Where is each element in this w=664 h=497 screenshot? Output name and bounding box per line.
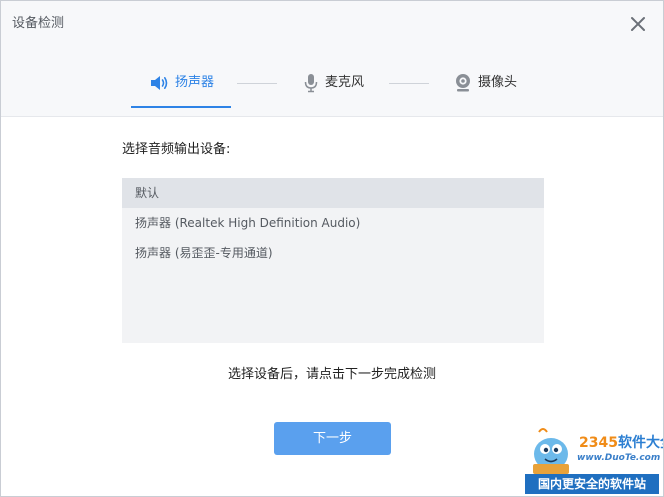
close-button[interactable] [627,13,649,35]
active-tab-indicator [131,106,231,108]
list-item[interactable]: 默认 [122,178,544,208]
close-icon [631,17,645,31]
tab-separator [237,83,277,84]
next-step-button[interactable]: 下一步 [274,422,391,455]
tab-speaker-label: 扬声器 [175,75,215,90]
device-list[interactable]: 默认 扬声器 (Realtek High Definition Audio) 扬… [122,178,544,343]
tab-camera[interactable]: 摄像头 [454,72,517,94]
list-item[interactable]: 扬声器 (易歪歪-专用通道) [122,238,544,268]
instruction-text: 选择设备后，请点击下一步完成检测 [227,367,436,382]
watermark-tagline: 国内更安全的软件站 [525,474,659,494]
title-bar: 设备检测 [1,1,663,48]
device-check-dialog: 设备检测 扬声器 麦克风 摄像头 选择音频输出设备: 默认 扬声器 (Realt… [0,0,664,497]
microphone-icon [304,74,318,93]
tab-microphone-label: 麦克风 [325,75,365,90]
list-item[interactable]: 扬声器 (Realtek High Definition Audio) [122,208,544,238]
watermark-url: www.DuoTe.com [577,453,661,463]
camera-icon [456,74,470,92]
tab-speaker[interactable]: 扬声器 [149,72,214,94]
window-title: 设备检测 [12,16,65,31]
mascot-logo-icon [533,428,569,474]
tab-bar: 扬声器 麦克风 摄像头 [1,48,663,117]
tab-separator [389,83,429,84]
device-prompt: 选择音频输出设备: [122,142,231,157]
speaker-icon [151,76,168,90]
watermark-brand: 2345软件大全 [579,435,663,451]
site-watermark: 2345软件大全 www.DuoTe.com 国内更安全的软件站 [519,422,663,496]
tab-camera-label: 摄像头 [478,75,518,90]
tab-microphone[interactable]: 麦克风 [303,72,364,94]
